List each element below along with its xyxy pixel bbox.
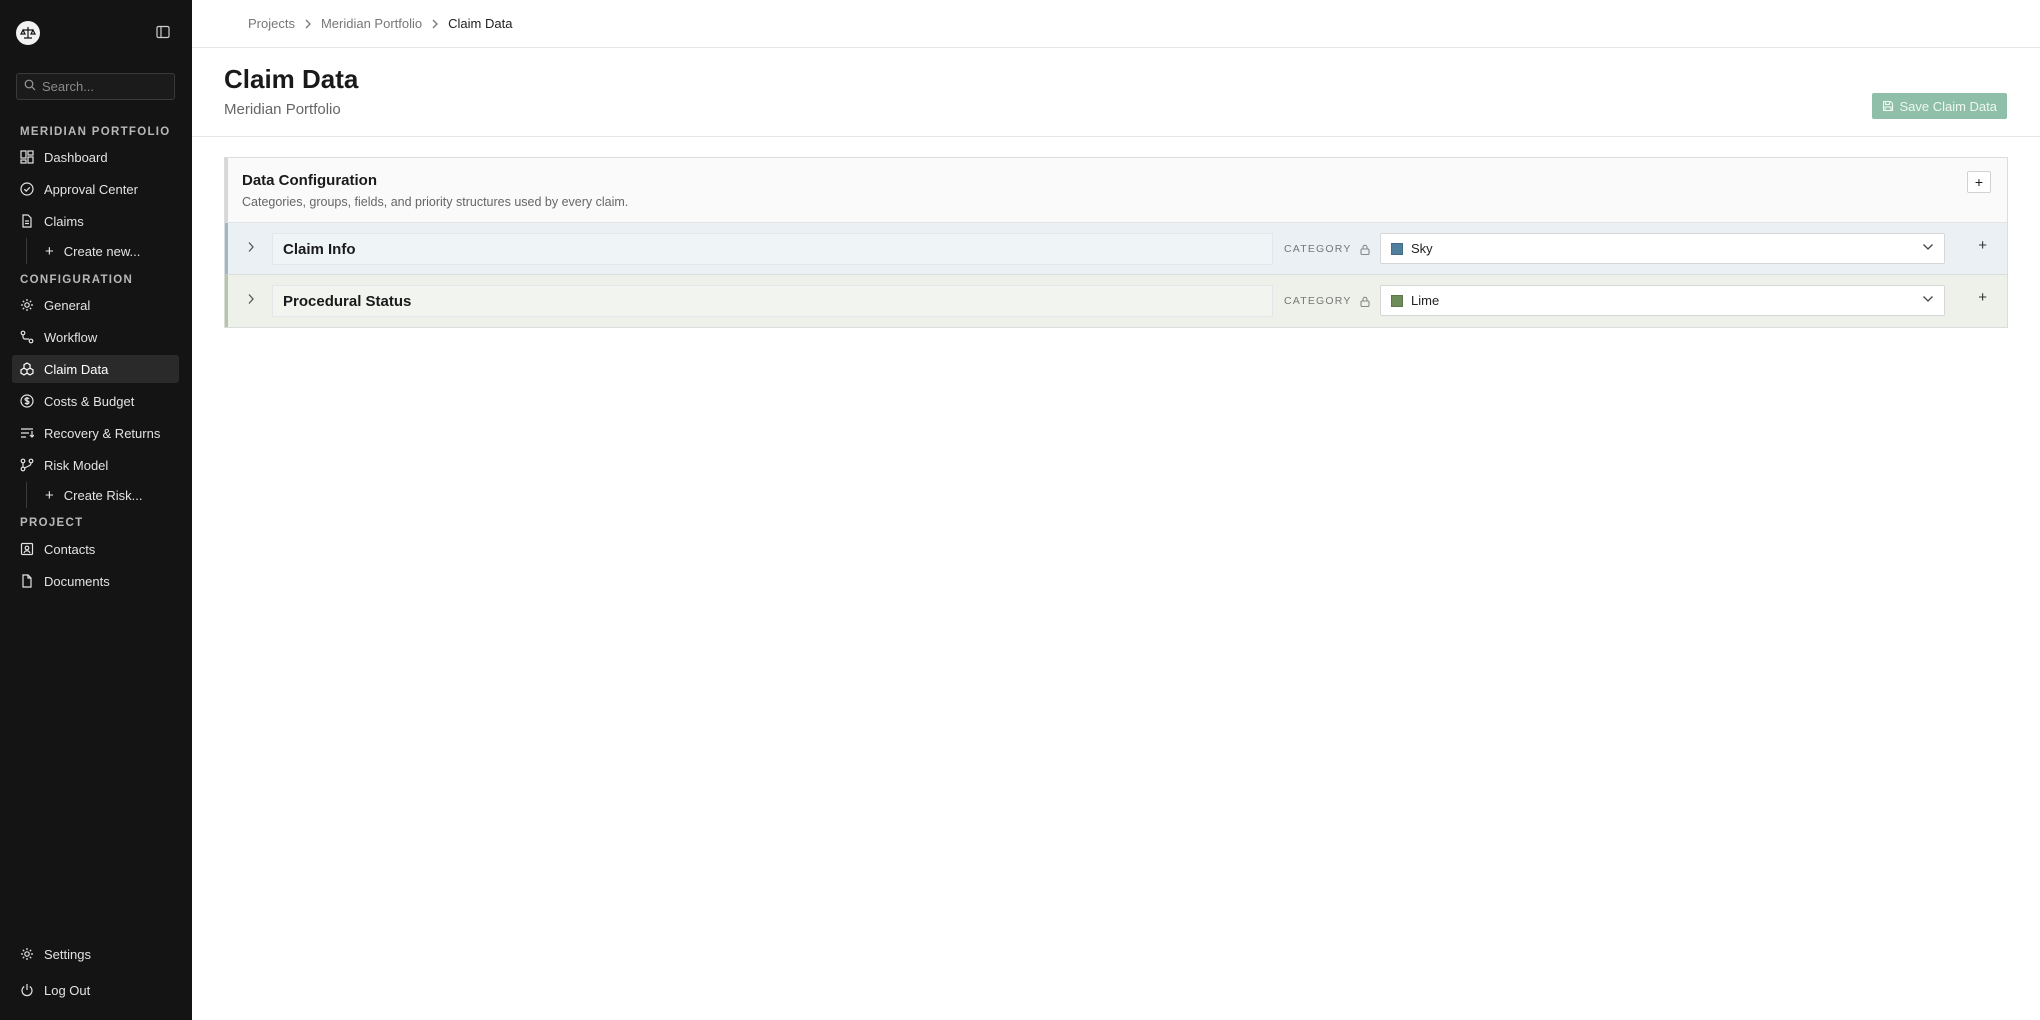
sidebar-item-label: Recovery & Returns (44, 425, 161, 441)
config-description: Categories, groups, fields, and priority… (242, 195, 629, 209)
sidebar-item-label: Create Risk... (63, 487, 143, 503)
breadcrumb: Projects Meridian Portfolio Claim Data (248, 16, 512, 31)
section-label-configuration: CONFIGURATION (20, 274, 134, 286)
category-label-text: CATEGORY (1284, 243, 1352, 255)
chevron-right-icon (304, 19, 312, 29)
document-icon (20, 574, 34, 588)
sidebar-item-label: Approval Center (44, 181, 138, 197)
breadcrumb-current: Claim Data (448, 16, 513, 31)
category-label-text: CATEGORY (1284, 295, 1352, 307)
color-swatch (1391, 242, 1403, 255)
chevron-right-icon[interactable] (243, 239, 259, 255)
category-row-claim-info: Claim Info CATEGORY Sky + (225, 223, 2007, 275)
category-name-field[interactable]: Claim Info (272, 233, 1273, 265)
sidebar-item-dashboard[interactable]: Dashboard (12, 143, 179, 171)
save-icon (1882, 100, 1894, 112)
sidebar-item-contacts[interactable]: Contacts (12, 535, 179, 563)
sidebar-item-label: Dashboard (44, 149, 108, 165)
page-header: Claim Data Meridian Portfolio Save Claim… (192, 48, 2040, 137)
sidebar-item-label: Contacts (44, 541, 96, 557)
sidebar-item-approval-center[interactable]: Approval Center (12, 175, 179, 203)
page-subtitle: Meridian Portfolio (224, 101, 341, 118)
sidebar-item-label: Documents (44, 573, 110, 589)
sidebar-item-recovery-returns[interactable]: Recovery & Returns (12, 419, 179, 447)
gear-icon (20, 947, 34, 961)
power-icon (20, 983, 34, 997)
plus-icon: + (45, 486, 54, 504)
app-logo-icon[interactable] (16, 21, 40, 45)
lock-icon (1360, 296, 1370, 307)
chevron-right-icon[interactable] (243, 291, 259, 307)
add-category-button[interactable]: + (1967, 171, 1991, 193)
sidebar-item-risk-model[interactable]: Risk Model (12, 451, 179, 479)
search-input[interactable] (42, 79, 162, 94)
gear-icon (20, 298, 34, 312)
sidebar: MERIDIAN PORTFOLIO Dashboard Approval Ce… (0, 0, 192, 1020)
list-filter-icon (20, 426, 34, 440)
config-header: Data Configuration Categories, groups, f… (225, 158, 2007, 223)
search-box[interactable] (16, 73, 175, 100)
save-claim-data-button[interactable]: Save Claim Data (1872, 93, 2007, 119)
sidebar-item-general[interactable]: General (12, 291, 179, 319)
category-type-label: CATEGORY (1284, 295, 1370, 307)
page-title: Claim Data (224, 64, 359, 94)
dashboard-icon (20, 150, 34, 164)
sidebar-item-label: Risk Model (44, 457, 109, 473)
plus-icon: + (45, 242, 54, 260)
lock-icon (1360, 244, 1370, 255)
git-branch-icon (20, 458, 34, 472)
sidebar-item-workflow[interactable]: Workflow (12, 323, 179, 351)
sidebar-item-label: General (44, 297, 91, 313)
sidebar-item-claim-data[interactable]: Claim Data (12, 355, 179, 383)
dollar-icon (20, 394, 34, 408)
search-icon (24, 78, 36, 96)
sidebar-item-label: Settings (44, 946, 91, 962)
sidebar-item-settings[interactable]: Settings (12, 940, 179, 968)
add-group-button[interactable]: + (1978, 289, 1987, 306)
category-color-select[interactable]: Lime (1380, 285, 1945, 316)
data-configuration-card: Data Configuration Categories, groups, f… (224, 157, 2008, 328)
sidebar-item-label: Workflow (44, 329, 98, 345)
sidebar-item-documents[interactable]: Documents (12, 567, 179, 595)
contact-card-icon (20, 542, 34, 556)
sidebar-item-create-risk[interactable]: + Create Risk... (26, 482, 154, 508)
section-label-portfolio: MERIDIAN PORTFOLIO (20, 126, 171, 138)
breadcrumb-portfolio[interactable]: Meridian Portfolio (321, 16, 422, 31)
section-label-project: PROJECT (20, 517, 84, 529)
sidebar-item-label: Costs & Budget (44, 393, 135, 409)
config-title: Data Configuration (242, 172, 377, 189)
boxes-icon (20, 362, 34, 376)
sidebar-item-log-out[interactable]: Log Out (12, 976, 179, 1004)
category-row-procedural-status: Procedural Status CATEGORY Lime + (225, 275, 2007, 327)
sidebar-item-claims[interactable]: Claims (12, 207, 179, 235)
color-swatch (1391, 294, 1403, 307)
chevron-right-icon (431, 19, 439, 29)
save-button-label: Save Claim Data (1899, 98, 1997, 114)
chevron-down-icon (1922, 243, 1934, 251)
category-type-label: CATEGORY (1284, 243, 1370, 255)
sidebar-item-label: Create new... (63, 243, 141, 259)
color-select-value: Lime (1411, 293, 1440, 308)
file-icon (20, 214, 34, 228)
top-bar: Projects Meridian Portfolio Claim Data (192, 0, 2040, 48)
chevron-down-icon (1922, 295, 1934, 303)
check-circle-icon (20, 182, 34, 196)
sidebar-item-label: Log Out (44, 982, 91, 998)
sidebar-item-label: Claim Data (44, 361, 109, 377)
category-name-field[interactable]: Procedural Status (272, 285, 1273, 317)
workflow-icon (20, 330, 34, 344)
add-group-button[interactable]: + (1978, 237, 1987, 254)
category-color-select[interactable]: Sky (1380, 233, 1945, 264)
sidebar-item-label: Claims (44, 213, 84, 229)
sidebar-item-costs-budget[interactable]: Costs & Budget (12, 387, 179, 415)
color-select-value: Sky (1411, 241, 1433, 256)
sidebar-toggle-icon[interactable] (153, 22, 173, 42)
sidebar-item-create-new[interactable]: + Create new... (26, 238, 154, 264)
breadcrumb-projects[interactable]: Projects (248, 16, 295, 31)
